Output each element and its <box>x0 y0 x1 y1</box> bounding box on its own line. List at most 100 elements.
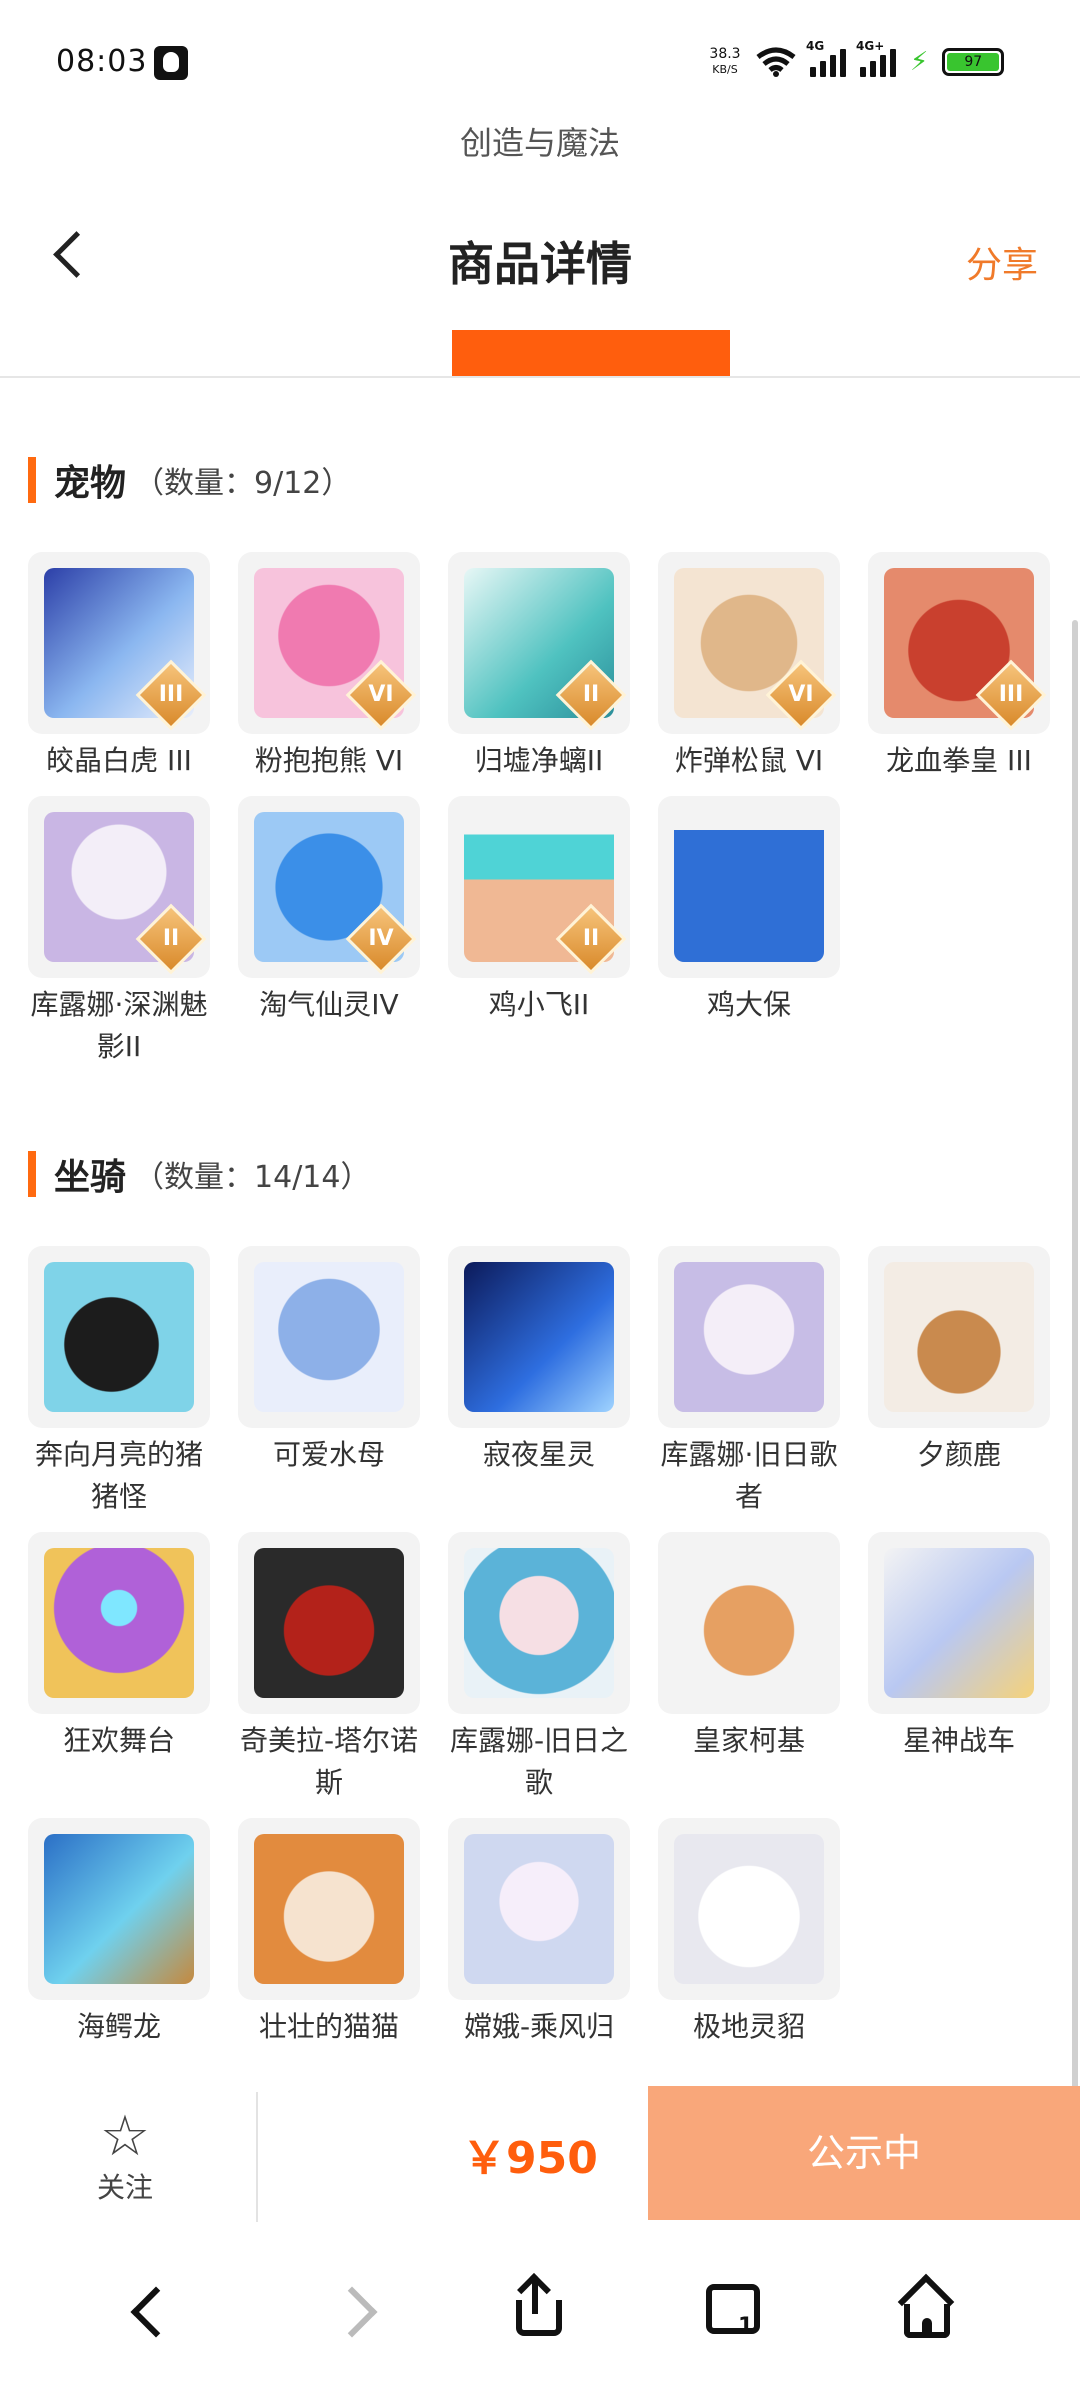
mounts-section-title: 坐骑 <box>54 1157 127 1198</box>
price: ￥950 <box>462 2133 598 2184</box>
share-button[interactable]: 分享 <box>966 236 1038 288</box>
signal-1-tag: 4G <box>806 39 825 53</box>
mount-item[interactable]: 夕颜鹿 <box>868 1246 1050 1518</box>
mount-thumbnail <box>448 1532 630 1714</box>
browser-back-icon[interactable] <box>108 2270 188 2350</box>
mount-name: 嫦娥-乘风归 <box>463 2010 615 2043</box>
mount-item[interactable]: 可爱水母 <box>238 1246 420 1518</box>
mount-name: 壮壮的猫猫 <box>258 2010 399 2043</box>
mount-item[interactable]: 壮壮的猫猫 <box>238 1818 420 2048</box>
pet-item[interactable]: VI 炸弹松鼠 VI <box>658 552 840 782</box>
status-button[interactable]: 公示中 <box>648 2086 1080 2220</box>
pet-thumbnail: II <box>28 796 210 978</box>
pet-item[interactable]: II 鸡小飞II <box>448 796 630 1068</box>
pet-thumbnail: II <box>448 796 630 978</box>
pet-thumbnail: IV <box>238 796 420 978</box>
mount-thumbnail <box>868 1246 1050 1428</box>
section-accent-bar <box>28 457 36 503</box>
mount-thumbnail <box>658 1818 840 2000</box>
tab-divider <box>0 376 1080 378</box>
pet-name: 龙血拳皇 III <box>886 744 1032 777</box>
mount-name: 狂欢舞台 <box>62 1724 175 1757</box>
pets-grid: III 皎晶白虎 III VI 粉抱抱熊 VI II 归墟净螭II VI 炸弹松… <box>28 552 1052 1068</box>
mount-item[interactable]: 星神战车 <box>868 1532 1050 1804</box>
mount-name: 夕颜鹿 <box>916 1438 1001 1471</box>
follow-button[interactable]: ☆ 关注 <box>60 2108 190 2206</box>
battery-level: 97 <box>947 53 1000 71</box>
mount-name: 可爱水母 <box>272 1438 385 1471</box>
pet-thumbnail: VI <box>658 552 840 734</box>
mount-item[interactable]: 库露娜-旧日之歌 <box>448 1532 630 1804</box>
mount-item[interactable]: 奔向月亮的猪猪怪 <box>28 1246 210 1518</box>
charging-icon: ⚡ <box>910 47 929 77</box>
signal-2-tag: 4G+ <box>856 39 885 53</box>
mount-thumbnail <box>238 1246 420 1428</box>
pet-name: 粉抱抱熊 VI <box>254 744 404 777</box>
bar-divider <box>256 2092 258 2222</box>
pet-item[interactable]: III 皎晶白虎 III <box>28 552 210 782</box>
mounts-grid: 奔向月亮的猪猪怪 可爱水母 寂夜星灵 库露娜·旧日歌者 夕颜鹿 狂欢舞台 奇美拉… <box>28 1246 1052 2048</box>
star-icon: ☆ <box>99 2104 151 2169</box>
mount-item[interactable]: 皇家柯基 <box>658 1532 840 1804</box>
pet-item[interactable]: II 归墟净螭II <box>448 552 630 782</box>
mount-name: 奔向月亮的猪猪怪 <box>34 1438 203 1513</box>
signal-2-icon: 4G+ <box>856 39 896 77</box>
mount-item[interactable]: 寂夜星灵 <box>448 1246 630 1518</box>
section-accent-bar <box>28 1151 36 1197</box>
battery-icon: 97 <box>942 48 1005 76</box>
mount-item[interactable]: 极地灵貂 <box>658 1818 840 2048</box>
mount-thumbnail <box>28 1532 210 1714</box>
qq-notification-icon <box>154 46 188 80</box>
active-tab-indicator[interactable] <box>452 330 730 376</box>
pets-section-count: （数量：9/12） <box>134 466 352 501</box>
pet-name: 鸡大保 <box>706 988 791 1021</box>
mount-thumbnail <box>448 1818 630 2000</box>
pet-thumbnail: III <box>868 552 1050 734</box>
signal-1-icon: 4G <box>806 39 846 77</box>
pet-name: 淘气仙灵IV <box>259 988 399 1021</box>
status-icons: 4G 4G+ ⚡ 97 <box>756 39 1005 82</box>
mount-item[interactable]: 库露娜·旧日歌者 <box>658 1246 840 1518</box>
mount-item[interactable]: 奇美拉-塔尔诺斯 <box>238 1532 420 1804</box>
mount-thumbnail <box>868 1532 1050 1714</box>
browser-forward-icon[interactable] <box>318 2270 398 2350</box>
tabs-count: 1 <box>738 2314 754 2339</box>
pet-name: 皎晶白虎 III <box>46 744 192 777</box>
mount-thumbnail <box>238 1532 420 1714</box>
mount-item[interactable]: 海鳄龙 <box>28 1818 210 2048</box>
network-speed-unit: KB/S <box>712 63 738 76</box>
mount-thumbnail <box>448 1246 630 1428</box>
mount-thumbnail <box>658 1246 840 1428</box>
share-icon[interactable] <box>498 2270 578 2350</box>
scrollbar[interactable] <box>1072 620 1078 2120</box>
mount-thumbnail <box>28 1818 210 2000</box>
pet-name: 炸弹松鼠 VI <box>674 744 824 777</box>
mount-name: 寂夜星灵 <box>482 1438 595 1471</box>
status-time: 08:03 <box>56 44 148 79</box>
pet-item[interactable]: II 库露娜·深渊魅影II <box>28 796 210 1068</box>
page-title: 商品详情 <box>448 237 632 291</box>
pet-item[interactable]: 鸡大保 <box>658 796 840 1068</box>
pet-thumbnail <box>658 796 840 978</box>
pet-thumbnail: II <box>448 552 630 734</box>
pet-item[interactable]: IV 淘气仙灵IV <box>238 796 420 1068</box>
tabs-icon[interactable]: 1 <box>692 2270 772 2350</box>
pet-thumbnail: III <box>28 552 210 734</box>
mount-item[interactable]: 狂欢舞台 <box>28 1532 210 1804</box>
pets-section-title: 宠物 <box>54 463 127 504</box>
status-bar: 08:03 38.3 KB/S 4G 4G+ ⚡ 97 <box>0 0 1080 120</box>
mount-name: 星神战车 <box>902 1724 1015 1757</box>
pet-item[interactable]: III 龙血拳皇 III <box>868 552 1050 782</box>
pet-name: 归墟净螭II <box>474 744 604 777</box>
mount-name: 海鳄龙 <box>76 2010 161 2043</box>
mount-name: 极地灵貂 <box>692 2010 805 2043</box>
home-icon[interactable] <box>886 2270 966 2350</box>
mount-name: 库露娜-旧日之歌 <box>449 1724 629 1799</box>
mount-thumbnail <box>658 1532 840 1714</box>
mount-name: 皇家柯基 <box>692 1724 805 1757</box>
wifi-icon <box>756 47 796 77</box>
pet-item[interactable]: VI 粉抱抱熊 VI <box>238 552 420 782</box>
pet-thumbnail: VI <box>238 552 420 734</box>
mount-item[interactable]: 嫦娥-乘风归 <box>448 1818 630 2048</box>
pet-name: 库露娜·深渊魅影II <box>30 988 208 1063</box>
